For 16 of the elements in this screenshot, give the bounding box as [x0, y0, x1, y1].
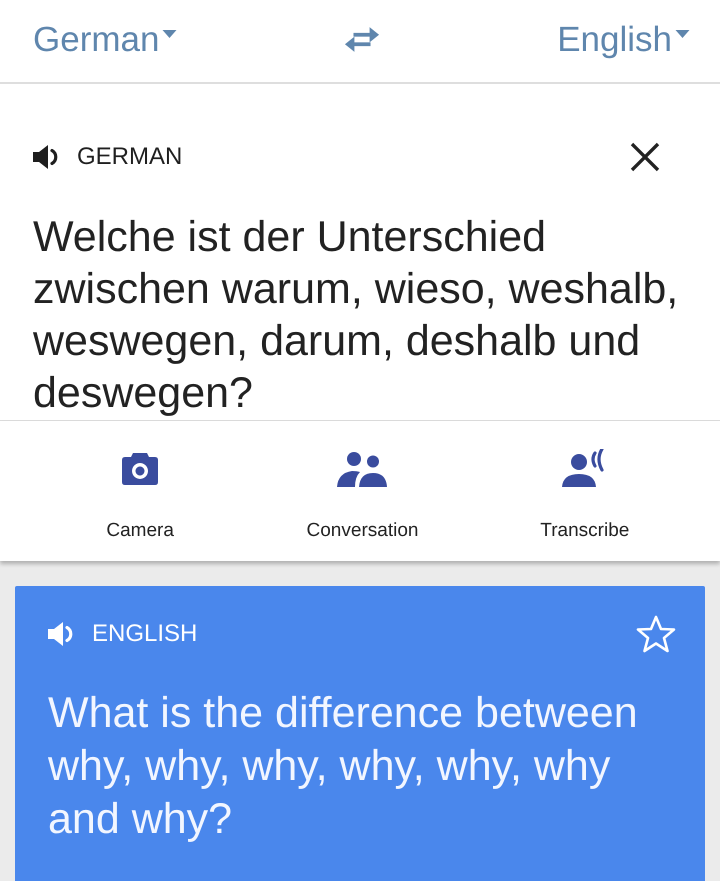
camera-tool-button[interactable]: Camera [29, 447, 252, 543]
target-language-selector[interactable]: English [557, 22, 690, 56]
source-language-label: GERMAN [77, 145, 182, 169]
caret-icon [162, 30, 178, 38]
camera-icon [122, 453, 158, 485]
star-icon[interactable] [636, 615, 676, 653]
target-language-label: ENGLISH [92, 622, 198, 646]
source-language-selector[interactable]: German [33, 22, 178, 56]
close-icon[interactable] [630, 142, 660, 172]
swap-icon[interactable] [344, 26, 380, 52]
people-icon [337, 451, 388, 487]
caret-icon [675, 30, 690, 38]
translation-text: What is the difference between why, why, why, why, why, why and why? [48, 688, 639, 845]
conversation-tool-button[interactable]: Conversation [251, 447, 474, 543]
transcribe-tool-button[interactable]: Transcribe [474, 447, 696, 543]
source-text[interactable]: Welche ist der Unterschied zwischen warum, wieso, weshalb, weswegen, darum, deshalb und deswegen? [33, 211, 720, 420]
